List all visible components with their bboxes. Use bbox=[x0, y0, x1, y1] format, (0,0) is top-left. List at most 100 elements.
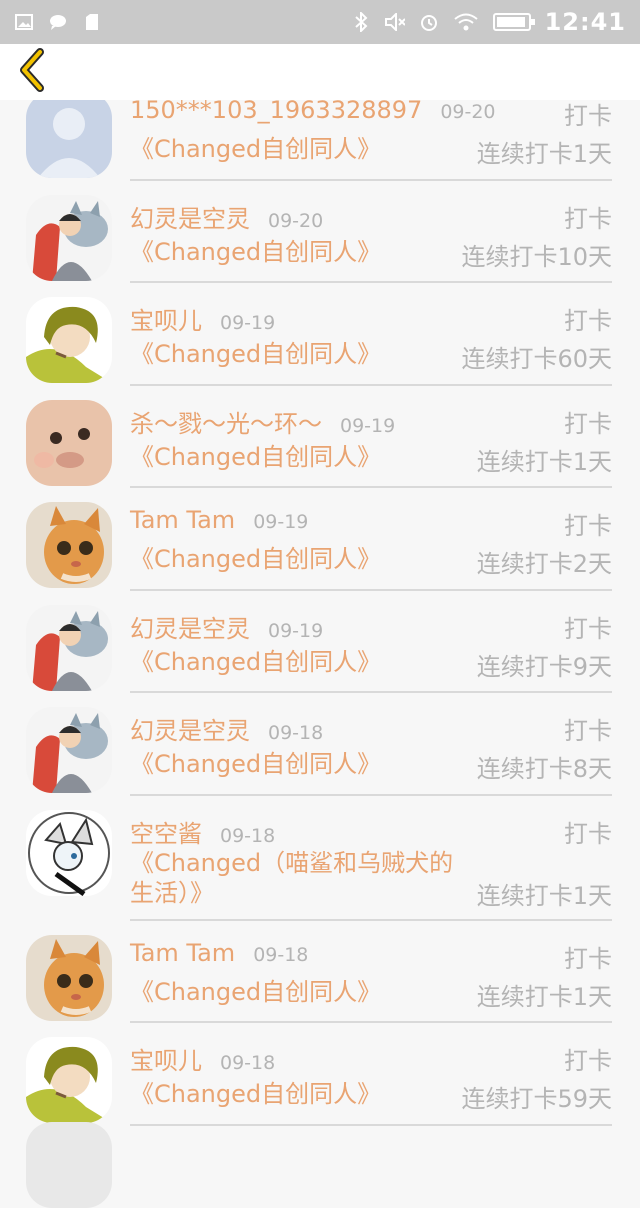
list-item[interactable]: 宝呗儿 09-19 打卡《Changed自创同人》 连续打卡60天 bbox=[0, 283, 640, 386]
user-name[interactable]: 空空酱 09-18 bbox=[130, 814, 275, 849]
checkin-date: 09-19 bbox=[253, 511, 309, 533]
list-item-content: 宝呗儿 09-18 打卡《Changed自创同人》 连续打卡59天 bbox=[130, 1023, 612, 1126]
user-name-text: 幻灵是空灵 bbox=[130, 614, 250, 643]
book-title-link[interactable]: 《Changed自创同人》 bbox=[130, 1079, 381, 1109]
mute-icon bbox=[384, 13, 405, 31]
user-name[interactable]: 宝呗儿 09-19 bbox=[130, 301, 275, 336]
user-name-text: 宝呗儿 bbox=[130, 1047, 202, 1075]
anime-wolf-avatar[interactable] bbox=[26, 194, 112, 281]
user-name[interactable]: 150***103_1963328897 09-20 bbox=[130, 96, 496, 124]
list-item[interactable]: Tam Tam 09-18 打卡《Changed自创同人》 连续打卡1天 bbox=[0, 921, 640, 1023]
list-item-content: 空空酱 09-18 打卡《Changed（喵鲨和乌贼犬的生活）》 连续打卡1天 bbox=[130, 796, 612, 921]
checkin-list: 150***103_1963328897 09-20 打卡 《Changed自创同人》… bbox=[0, 78, 640, 1126]
book-title-link[interactable]: 《Changed自创同人》 bbox=[130, 442, 381, 472]
checkin-date: 09-18 bbox=[220, 824, 276, 847]
anime-wolf-avatar[interactable] bbox=[26, 707, 112, 793]
default-avatar[interactable] bbox=[26, 92, 112, 178]
list-item-content: 幻灵是空灵 09-20 打卡《Changed自创同人》 连续打卡10天 bbox=[130, 181, 612, 283]
list-item[interactable]: 幻灵是空灵 09-18 打卡 《Changed自创同人》 连续打卡8天 bbox=[0, 693, 640, 796]
user-name[interactable]: 杀～戮～光～环～ 09-19 bbox=[130, 404, 395, 439]
green-hair-avatar[interactable] bbox=[26, 1037, 112, 1123]
chevron-left-icon bbox=[16, 48, 48, 96]
image-icon bbox=[14, 13, 34, 31]
checkin-date: 09-20 bbox=[440, 101, 496, 123]
streak-count: 连续打卡9天 bbox=[476, 652, 612, 681]
user-name-text: 宝呗儿 bbox=[130, 307, 202, 335]
checkin-tag: 打卡 bbox=[564, 819, 612, 848]
status-left-icons bbox=[14, 13, 102, 31]
book-title-link[interactable]: 《Changed自创同人》 bbox=[130, 544, 381, 574]
book-title-link[interactable]: 《Changed（喵鲨和乌贼犬的生活）》 bbox=[130, 848, 470, 908]
checkin-tag: 打卡 bbox=[564, 102, 612, 130]
streak-count: 连续打卡59天 bbox=[461, 1085, 612, 1113]
user-name-text: 空空酱 bbox=[130, 819, 202, 848]
checkin-date: 09-20 bbox=[268, 209, 324, 232]
streak-count: 连续打卡10天 bbox=[461, 242, 612, 271]
list-item-content: 幻灵是空灵 09-19 打卡《Changed自创同人》 连续打卡9天 bbox=[130, 591, 612, 693]
user-name[interactable]: 幻灵是空灵 09-20 bbox=[130, 199, 323, 234]
user-name-text: 幻灵是空灵 bbox=[130, 204, 250, 233]
list-item[interactable]: 空空酱 09-18 打卡《Changed（喵鲨和乌贼犬的生活）》 连续打卡1天 bbox=[0, 796, 640, 921]
list-item[interactable]: Tam Tam 09-19 打卡《Changed自创同人》 连续打卡2天 bbox=[0, 488, 640, 591]
list-item-content: 幻灵是空灵 09-18 打卡 《Changed自创同人》 连续打卡8天 bbox=[130, 693, 612, 796]
checkin-tag: 打卡 bbox=[564, 204, 612, 233]
list-item[interactable]: 杀～戮～光～环～ 09-19 打卡《Changed自创同人》 连续打卡1天 bbox=[0, 386, 640, 488]
clock: 12:41 bbox=[544, 8, 626, 36]
streak-count: 连续打卡1天 bbox=[476, 447, 612, 476]
checkin-date: 09-19 bbox=[220, 312, 276, 334]
checkin-date: 09-18 bbox=[220, 1052, 276, 1074]
sketch-character-avatar[interactable] bbox=[26, 809, 112, 896]
avatar-partial bbox=[26, 1122, 112, 1208]
book-title-link[interactable]: 《Changed自创同人》 bbox=[130, 977, 381, 1007]
list-item[interactable]: 宝呗儿 09-18 打卡《Changed自创同人》 连续打卡59天 bbox=[0, 1023, 640, 1126]
nav-bar bbox=[0, 44, 640, 100]
checkin-tag: 打卡 bbox=[564, 512, 612, 540]
user-name[interactable]: 宝呗儿 09-18 bbox=[130, 1041, 275, 1076]
user-name[interactable]: 幻灵是空灵 09-19 bbox=[130, 609, 323, 644]
streak-count: 连续打卡2天 bbox=[476, 550, 612, 578]
checkin-tag: 打卡 bbox=[564, 409, 612, 438]
streak-count: 连续打卡1天 bbox=[476, 140, 612, 168]
battery-icon bbox=[492, 13, 535, 31]
baby-face-avatar[interactable] bbox=[26, 399, 112, 486]
checkin-tag: 打卡 bbox=[564, 944, 612, 973]
anime-wolf-avatar[interactable] bbox=[26, 604, 112, 691]
user-name-text: 150***103_1963328897 bbox=[130, 96, 423, 124]
green-hair-avatar[interactable] bbox=[26, 297, 112, 383]
book-title-link[interactable]: 《Changed自创同人》 bbox=[130, 134, 381, 164]
back-button[interactable] bbox=[0, 44, 64, 100]
user-name[interactable]: 幻灵是空灵 09-18 bbox=[130, 711, 323, 746]
list-item[interactable]: 幻灵是空灵 09-19 打卡《Changed自创同人》 连续打卡9天 bbox=[0, 591, 640, 693]
bluetooth-icon bbox=[351, 12, 371, 32]
sd-card-icon bbox=[82, 13, 102, 31]
orange-cat-avatar[interactable] bbox=[26, 934, 112, 1021]
book-title-link[interactable]: 《Changed自创同人》 bbox=[130, 749, 381, 779]
list-item-content: 杀～戮～光～环～ 09-19 打卡《Changed自创同人》 连续打卡1天 bbox=[130, 386, 612, 488]
status-bar: 12:41 bbox=[0, 0, 640, 44]
book-title-link[interactable]: 《Changed自创同人》 bbox=[130, 647, 381, 677]
streak-count: 连续打卡60天 bbox=[461, 345, 612, 373]
checkin-date: 09-18 bbox=[253, 943, 309, 966]
list-item-content: Tam Tam 09-19 打卡《Changed自创同人》 连续打卡2天 bbox=[130, 488, 612, 591]
status-right-icons: 12:41 bbox=[351, 8, 626, 36]
user-name[interactable]: Tam Tam 09-19 bbox=[130, 506, 308, 534]
checkin-date: 09-19 bbox=[268, 619, 324, 642]
user-name[interactable]: Tam Tam 09-18 bbox=[130, 939, 308, 967]
streak-count: 连续打卡1天 bbox=[476, 982, 612, 1011]
list-item-content: Tam Tam 09-18 打卡《Changed自创同人》 连续打卡1天 bbox=[130, 921, 612, 1023]
list-item[interactable]: 幻灵是空灵 09-20 打卡《Changed自创同人》 连续打卡10天 bbox=[0, 181, 640, 283]
user-name-text: Tam Tam bbox=[130, 938, 236, 967]
orange-cat-avatar[interactable] bbox=[26, 502, 112, 588]
streak-count: 连续打卡8天 bbox=[476, 755, 612, 783]
checkin-date: 09-18 bbox=[268, 722, 324, 744]
checkin-tag: 打卡 bbox=[564, 1047, 612, 1075]
user-name-text: 杀～戮～光～环～ bbox=[130, 409, 322, 438]
checkin-tag: 打卡 bbox=[564, 614, 612, 643]
list-item-content: 宝呗儿 09-19 打卡《Changed自创同人》 连续打卡60天 bbox=[130, 283, 612, 386]
checkin-tag: 打卡 bbox=[564, 307, 612, 335]
book-title-link[interactable]: 《Changed自创同人》 bbox=[130, 339, 381, 369]
alarm-icon bbox=[419, 13, 439, 31]
checkin-date: 09-19 bbox=[340, 414, 396, 437]
streak-count: 连续打卡1天 bbox=[476, 881, 612, 910]
book-title-link[interactable]: 《Changed自创同人》 bbox=[130, 237, 381, 267]
